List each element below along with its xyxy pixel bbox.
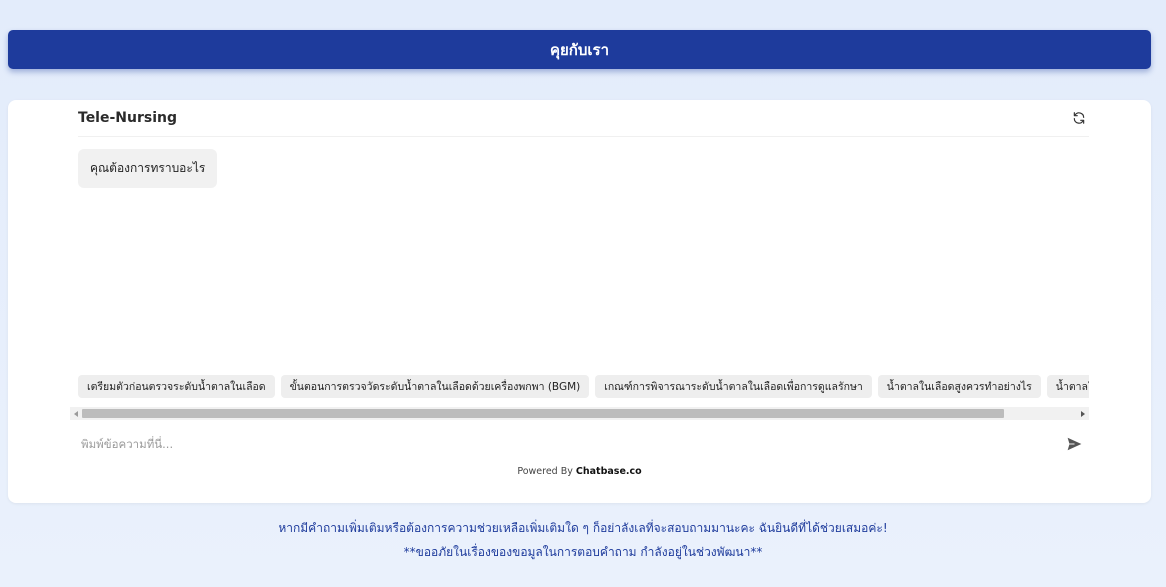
- message-input[interactable]: [78, 430, 1064, 458]
- bot-message: คุณต้องการทราบอะไร: [78, 149, 218, 188]
- suggestion-chip[interactable]: น้ำตาลในเลือดต่ำควรทำอย่างไร: [1046, 375, 1089, 398]
- refresh-icon[interactable]: [1070, 109, 1088, 127]
- suggestion-chip[interactable]: ขั้นตอนการตรวจวัดระดับน้ำตาลในเลือดด้วยเ…: [280, 375, 590, 398]
- message-composer: [78, 430, 1089, 458]
- chat-title: Tele-Nursing: [78, 110, 177, 126]
- scroll-right-icon[interactable]: [1077, 407, 1089, 420]
- chat-widget: Tele-Nursing คุณต้องการทราบอะไร เตรียมตั…: [8, 100, 1151, 503]
- scroll-thumb[interactable]: [82, 409, 1004, 418]
- chat-header: Tele-Nursing: [78, 100, 1089, 137]
- send-icon[interactable]: [1064, 434, 1084, 454]
- suggestion-chip[interactable]: เกณฑ์การพิจารณาระดับน้ำตาลในเลือดเพื่อกา…: [595, 375, 872, 398]
- suggestion-chip[interactable]: น้ำตาลในเลือดสูงควรทำอย่างไร: [877, 375, 1041, 398]
- scroll-left-icon[interactable]: [70, 407, 82, 420]
- powered-by-link[interactable]: Chatbase.co: [576, 466, 642, 477]
- powered-by: Powered By Chatbase.co: [8, 466, 1151, 477]
- page-title: คุยกับเรา: [549, 40, 610, 59]
- suggestion-list: เตรียมตัวก่อนตรวจระดับน้ำตาลในเลือด ขั้น…: [78, 375, 1089, 399]
- horizontal-scrollbar[interactable]: [70, 407, 1089, 420]
- powered-by-label: Powered By: [517, 466, 573, 477]
- footer-help-text: หากมีคำถามเพิ่มเติมหรือต้องการความช่วยเห…: [278, 521, 888, 535]
- suggestion-chip[interactable]: เตรียมตัวก่อนตรวจระดับน้ำตาลในเลือด: [78, 375, 275, 398]
- footer-disclaimer: **ขออภัยในเรื่องของขอมูลในการตอบคำถาม กำ…: [403, 545, 763, 559]
- page-header: คุยกับเรา: [8, 30, 1151, 69]
